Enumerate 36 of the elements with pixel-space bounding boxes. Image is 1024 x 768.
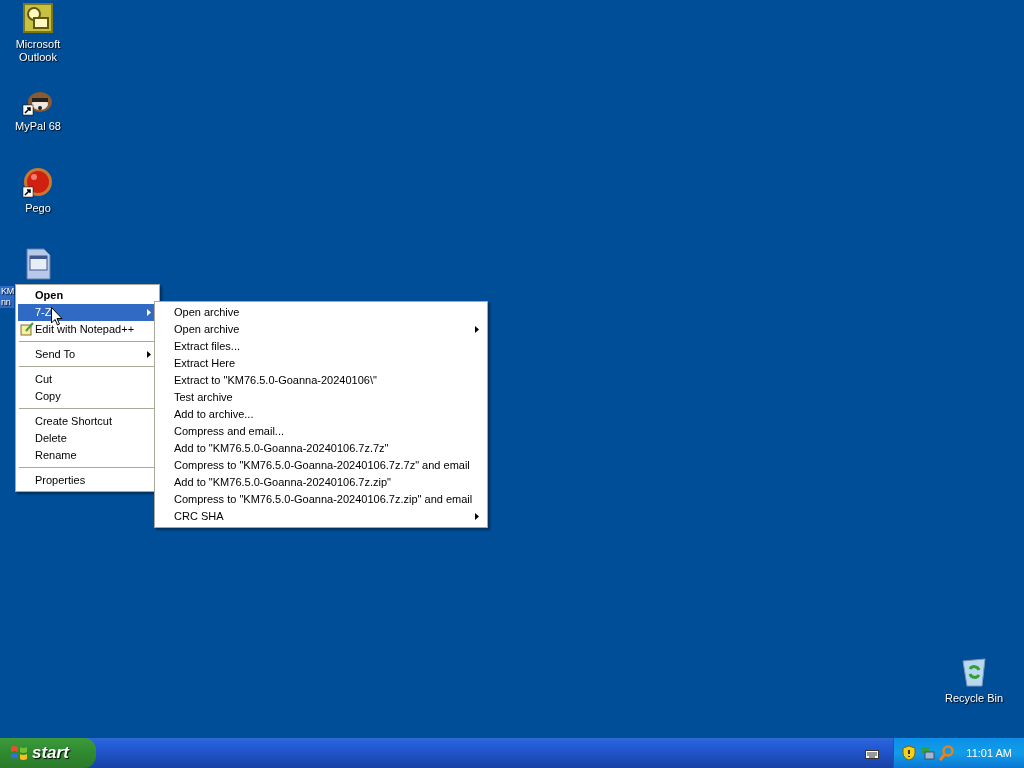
menu-item[interactable]: Compress to "KM76.5.0-Goanna-20240106.7z.7z" and email (157, 457, 485, 474)
menu-item[interactable]: Create Shortcut (18, 413, 157, 430)
mouse-pointer-icon (51, 307, 63, 326)
calendar-icon[interactable] (22, 2, 54, 34)
icon-label: MyPal 68 (14, 120, 62, 133)
menu-item[interactable]: Send To (18, 346, 157, 363)
menu-item[interactable]: Test archive (157, 389, 485, 406)
menu-item[interactable]: Add to archive... (157, 406, 485, 423)
menu-item[interactable]: CRC SHA (157, 508, 485, 525)
menu-item[interactable]: Extract files... (157, 338, 485, 355)
icon-label: Recycle Bin (943, 692, 1005, 705)
icon-label: Pego (24, 202, 52, 215)
icon-label: KM nn (0, 286, 14, 308)
menu-item[interactable]: Delete (18, 430, 157, 447)
menu-item[interactable]: Open archive (157, 321, 485, 338)
menu-item[interactable]: Extract to "KM76.5.0-Goanna-20240106\" (157, 372, 485, 389)
menu-item[interactable]: Extract Here (157, 355, 485, 372)
menu-item[interactable]: Add to "KM76.5.0-Goanna-20240106.7z.7z" (157, 440, 485, 457)
start-button[interactable]: start (0, 738, 96, 768)
menu-item[interactable]: 7-Z (18, 304, 157, 321)
menu-item[interactable]: Cut (18, 371, 157, 388)
windows-logo-icon (10, 744, 28, 762)
menu-item[interactable]: Open archive (157, 304, 485, 321)
keyboard-icon[interactable] (865, 747, 880, 759)
menu-item[interactable]: Compress and email... (157, 423, 485, 440)
menu-item[interactable]: Compress to "KM76.5.0-Goanna-20240106.7z.zip" and email (157, 491, 485, 508)
menu-item[interactable]: Copy (18, 388, 157, 405)
shield-icon[interactable] (902, 745, 917, 761)
menu-item[interactable]: Properties (18, 472, 157, 489)
menu-item[interactable]: Edit with Notepad++ (18, 321, 157, 338)
notepad-icon (20, 322, 34, 336)
menu-item[interactable]: Open (18, 287, 157, 304)
icon-label: Microsoft Outlook (14, 38, 62, 64)
menu-item[interactable]: Add to "KM76.5.0-Goanna-20240106.7z.zip" (157, 474, 485, 491)
menu-item[interactable]: Rename (18, 447, 157, 464)
ball-icon[interactable] (22, 166, 54, 198)
